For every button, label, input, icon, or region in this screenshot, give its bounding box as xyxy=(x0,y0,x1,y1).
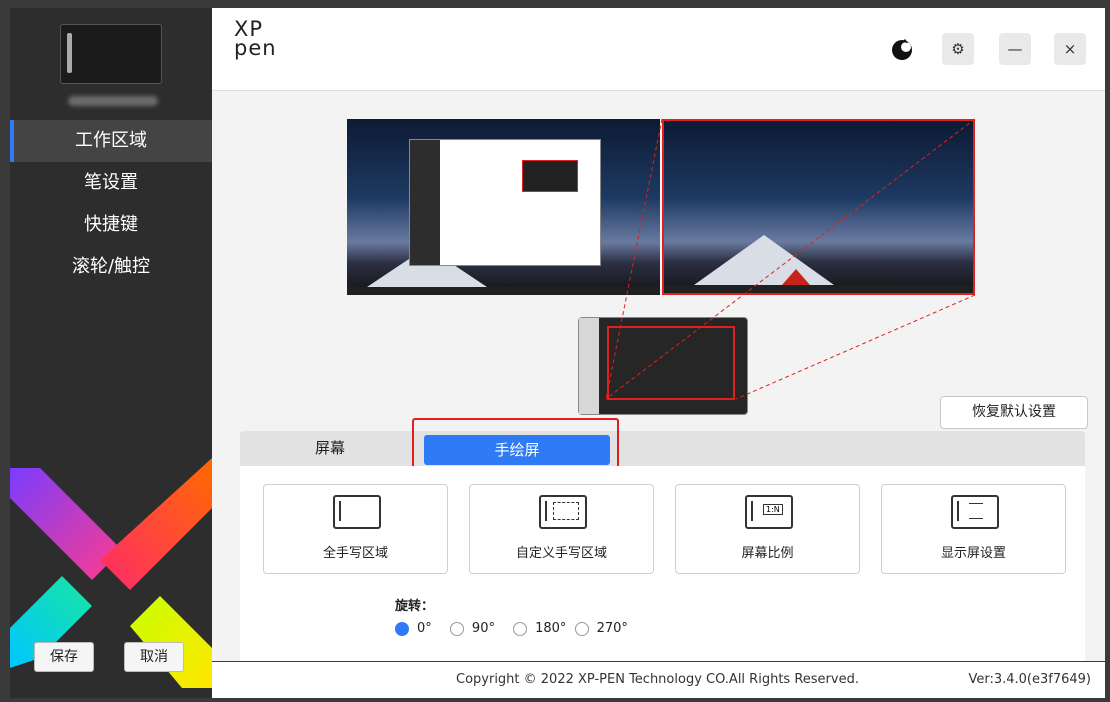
tab-bar: 屏幕 手绘屏 xyxy=(240,431,1085,466)
save-button[interactable]: 保存 xyxy=(34,642,94,672)
rotation-option-90[interactable]: 90° xyxy=(449,621,509,636)
custom-area-icon xyxy=(539,495,587,529)
workspace-content: 恢复默认设置 屏幕 手绘屏 全手写区域 自定义手写区域 1:N 屏幕比例 显示屏… xyxy=(212,91,1105,661)
close-icon[interactable]: × xyxy=(1054,33,1086,65)
sidebar: 工作区域 笔设置 快捷键 滚轮/触控 保存 取消 xyxy=(10,8,212,698)
cancel-button[interactable]: 取消 xyxy=(124,642,184,672)
tab-screen[interactable]: 屏幕 xyxy=(240,431,420,466)
rotation-option-180[interactable]: 180° xyxy=(513,621,570,636)
custom-area-card[interactable]: 自定义手写区域 xyxy=(469,484,654,574)
sidebar-item-shortcuts[interactable]: 快捷键 xyxy=(10,204,212,246)
card-label: 自定义手写区域 xyxy=(515,546,607,561)
rotation-options: 0° 90° 180° 270° xyxy=(395,621,628,636)
reset-default-button[interactable]: 恢复默认设置 xyxy=(940,396,1088,429)
card-label: 屏幕比例 xyxy=(741,546,794,561)
area-options-panel: 全手写区域 自定义手写区域 1:N 屏幕比例 显示屏设置 旋转： 0° 90° … xyxy=(240,466,1085,661)
screen-ratio-icon: 1:N xyxy=(745,495,793,529)
minimize-icon[interactable]: — xyxy=(999,33,1031,65)
card-label: 显示屏设置 xyxy=(940,546,1006,561)
display-settings-card[interactable]: 显示屏设置 xyxy=(881,484,1066,574)
mapping-lines xyxy=(605,118,976,400)
settings-icon[interactable]: ⚙ xyxy=(942,33,974,65)
sidebar-item-pen-settings[interactable]: 笔设置 xyxy=(10,162,212,204)
logo-text-bottom: pen xyxy=(234,36,277,60)
sidebar-item-label: 快捷键 xyxy=(84,214,138,235)
display-settings-icon xyxy=(951,495,999,529)
sidebar-item-label: 工作区域 xyxy=(75,130,147,151)
device-thumbnail xyxy=(60,24,162,84)
header: XP pen ⚙ — × xyxy=(212,8,1105,91)
footer: Copyright © 2022 XP-PEN Technology CO.Al… xyxy=(212,662,1105,698)
rotation-label: 旋转： xyxy=(395,599,435,614)
theme-icon[interactable] xyxy=(889,36,915,62)
device-name-blurred xyxy=(68,96,158,106)
sidebar-item-workspace[interactable]: 工作区域 xyxy=(10,120,212,162)
full-area-card[interactable]: 全手写区域 xyxy=(263,484,448,574)
copyright-text: Copyright © 2022 XP-PEN Technology CO.Al… xyxy=(456,672,859,687)
sidebar-item-label: 滚轮/触控 xyxy=(71,256,151,277)
full-area-icon xyxy=(333,495,381,529)
card-label: 全手写区域 xyxy=(322,546,388,561)
version-text: Ver:3.4.0(e3f7649) xyxy=(968,672,1091,687)
rotation-option-270[interactable]: 270° xyxy=(574,621,628,636)
screen-ratio-card[interactable]: 1:N 屏幕比例 xyxy=(675,484,860,574)
rotation-option-0[interactable]: 0° xyxy=(395,621,446,636)
sidebar-item-dial-touch[interactable]: 滚轮/触控 xyxy=(10,246,212,288)
sidebar-item-label: 笔设置 xyxy=(84,172,138,193)
xp-pen-logo: XP pen xyxy=(234,19,277,60)
